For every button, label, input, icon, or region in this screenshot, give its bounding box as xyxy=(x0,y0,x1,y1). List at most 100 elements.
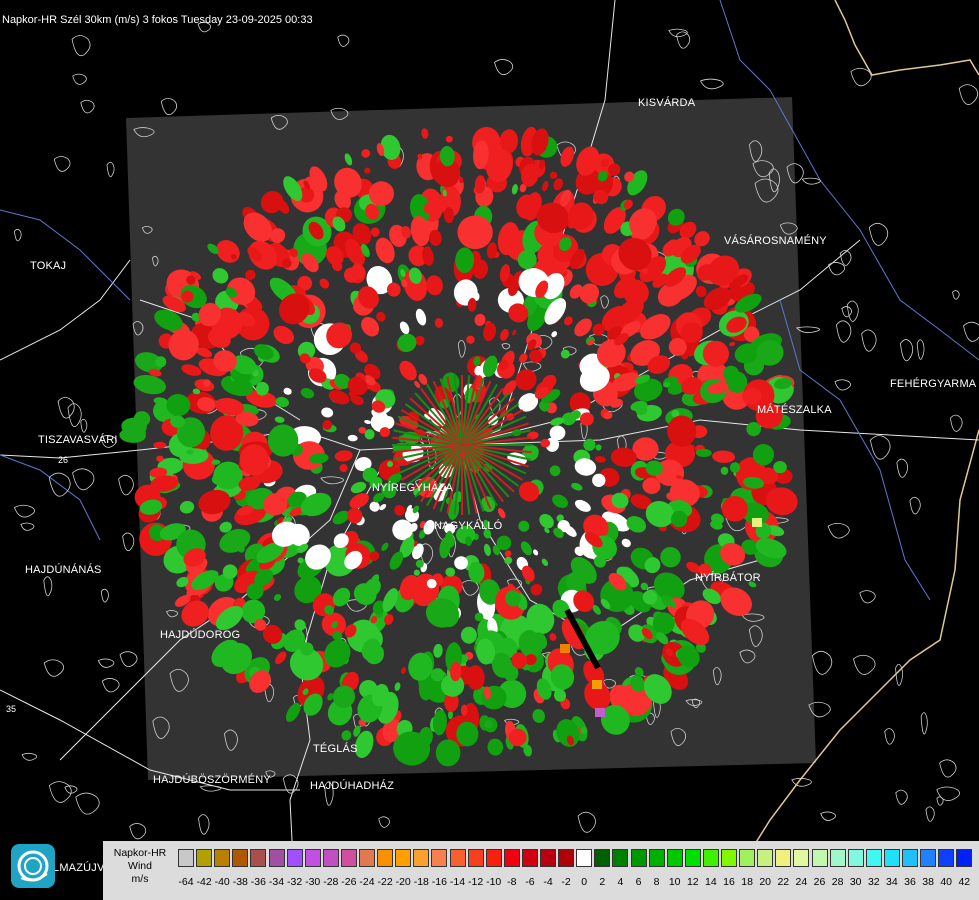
map-title: Napkor-HR Szél 30km (m/s) 3 fokos Tuesda… xyxy=(2,14,313,26)
legend-swatch xyxy=(178,849,194,867)
settlement-outline xyxy=(868,222,889,246)
legend-title-line1: Napkor-HR xyxy=(113,847,167,859)
legend-swatch xyxy=(739,849,756,867)
legend-swatch xyxy=(630,849,647,867)
settlement-outline xyxy=(850,67,872,87)
legend-swatch xyxy=(540,849,556,867)
legend-swatch xyxy=(377,849,394,867)
legend-tick-label: 14 xyxy=(705,876,717,888)
legend-tick-label: 6 xyxy=(635,876,642,888)
legend-tick-label: -4 xyxy=(543,876,553,888)
legend-swatch xyxy=(775,849,792,867)
road-number-35: 35 xyxy=(6,704,16,714)
legend-swatch xyxy=(268,849,285,867)
settlement-outline xyxy=(80,99,95,114)
legend-tick-label: 34 xyxy=(886,876,898,888)
radar-echo xyxy=(153,441,167,449)
legend-swatch xyxy=(232,849,249,867)
settlement-outline xyxy=(13,504,35,518)
settlement-outline xyxy=(846,300,859,322)
settlement-outline xyxy=(129,823,147,840)
city-label-hajdudorog: HAJDÚDOROG xyxy=(160,629,241,641)
legend-tick-label: 4 xyxy=(617,876,624,888)
legend-tick-label: -24 xyxy=(359,876,375,888)
legend-tick-label: 30 xyxy=(849,876,862,888)
settlement-outline xyxy=(834,379,851,391)
settlement-outline xyxy=(101,678,120,693)
city-label-fehergyarmat: FEHÉRGYARMA xyxy=(890,378,977,390)
legend-swatch xyxy=(304,849,321,867)
legend-title-line2: Wind xyxy=(128,860,152,872)
settlement-outline xyxy=(21,752,38,761)
settlement-outline xyxy=(119,651,138,668)
settlement-outline xyxy=(13,228,22,242)
legend-tick-label: 16 xyxy=(723,876,735,888)
legend-tick-label: -42 xyxy=(196,876,212,888)
radar-echo xyxy=(460,704,468,716)
settlement-outline xyxy=(378,816,390,828)
napkor-logo-icon xyxy=(11,844,55,888)
settlement-outline xyxy=(577,811,596,833)
legend-swatch xyxy=(702,849,719,867)
settlement-outline xyxy=(676,31,691,49)
settlement-outline xyxy=(958,84,979,105)
legend-tick-label: 12 xyxy=(686,876,699,888)
settlement-outline xyxy=(118,474,134,496)
legend-tick-label: 10 xyxy=(668,876,681,888)
settlement-outline xyxy=(861,329,877,352)
legend-swatch xyxy=(920,849,937,867)
settlement-outline xyxy=(869,435,891,460)
settlement-outline xyxy=(43,659,65,677)
city-label-nyiregyhaza: NYÍREGYHÁZA xyxy=(372,482,454,494)
legend-tick-label: 8 xyxy=(653,876,660,888)
settlement-outline xyxy=(859,590,876,604)
settlement-outline xyxy=(57,396,75,419)
wind-legend: Napkor-HR Wind m/s -64 -42 -40 -38 -36 -34 -32… xyxy=(103,841,979,900)
legend-swatch xyxy=(250,849,267,867)
city-label-nagykallo: NAGYKÁLLÓ xyxy=(434,520,503,532)
city-label-hajduboszormeny: HAJDÚBÖSZÖRMÉNY xyxy=(153,774,271,786)
settlement-outline xyxy=(895,789,908,805)
legend-tick-label: -10 xyxy=(486,876,502,888)
legend-swatch xyxy=(938,849,955,867)
legend-tick-label: 42 xyxy=(958,876,971,888)
city-label-kisvarda: KISVÁRDA xyxy=(638,97,696,109)
settlement-outline xyxy=(936,786,961,801)
settlement-outline xyxy=(841,306,852,318)
radar-echo xyxy=(560,644,570,653)
legend-swatch xyxy=(902,849,918,867)
settlement-outline xyxy=(198,814,210,835)
legend-tick-label: 40 xyxy=(940,876,953,888)
settlement-outline xyxy=(80,418,88,433)
legend-swatch xyxy=(865,849,882,867)
radar-echo xyxy=(595,708,605,717)
settlement-outline xyxy=(820,811,836,821)
settlement-outline xyxy=(699,78,724,90)
city-label-nyirbator: NYÍRBÁTOR xyxy=(695,572,761,584)
legend-swatch xyxy=(558,849,575,867)
legend-swatch xyxy=(666,849,683,867)
legend-swatch xyxy=(395,849,412,867)
legend-tick-label: 22 xyxy=(777,876,790,888)
settlement-outline xyxy=(494,59,514,76)
legend-tick-label: 24 xyxy=(795,876,808,888)
settlement-outline xyxy=(337,34,350,47)
legend-swatch xyxy=(721,849,737,867)
legend-tick-label: 2 xyxy=(599,876,606,888)
legend-title: Napkor-HR Wind m/s xyxy=(106,847,174,886)
legend-tick-label: -30 xyxy=(305,876,321,888)
city-label-hajdunanas: HAJDÚNÁNÁS xyxy=(25,564,102,576)
legend-tick-label: -64 xyxy=(178,876,194,888)
radar-echo xyxy=(454,556,469,570)
settlement-outline xyxy=(920,712,928,735)
radar-echo xyxy=(583,438,596,451)
city-label-teglas: TÉGLÁS xyxy=(313,743,358,755)
city-label-hajduhadhaz: HAJDÚHADHÁZ xyxy=(310,780,395,792)
legend-swatch xyxy=(413,849,430,867)
settlement-outline xyxy=(43,576,53,597)
settlement-outline xyxy=(916,339,925,360)
settlement-outline xyxy=(895,663,903,686)
city-label-vasarosnameny: VÁSÁROSNAMÉNY xyxy=(724,235,827,247)
settlement-outline xyxy=(852,654,876,675)
city-label-mateszalka: MÁTÉSZALKA xyxy=(757,404,832,416)
